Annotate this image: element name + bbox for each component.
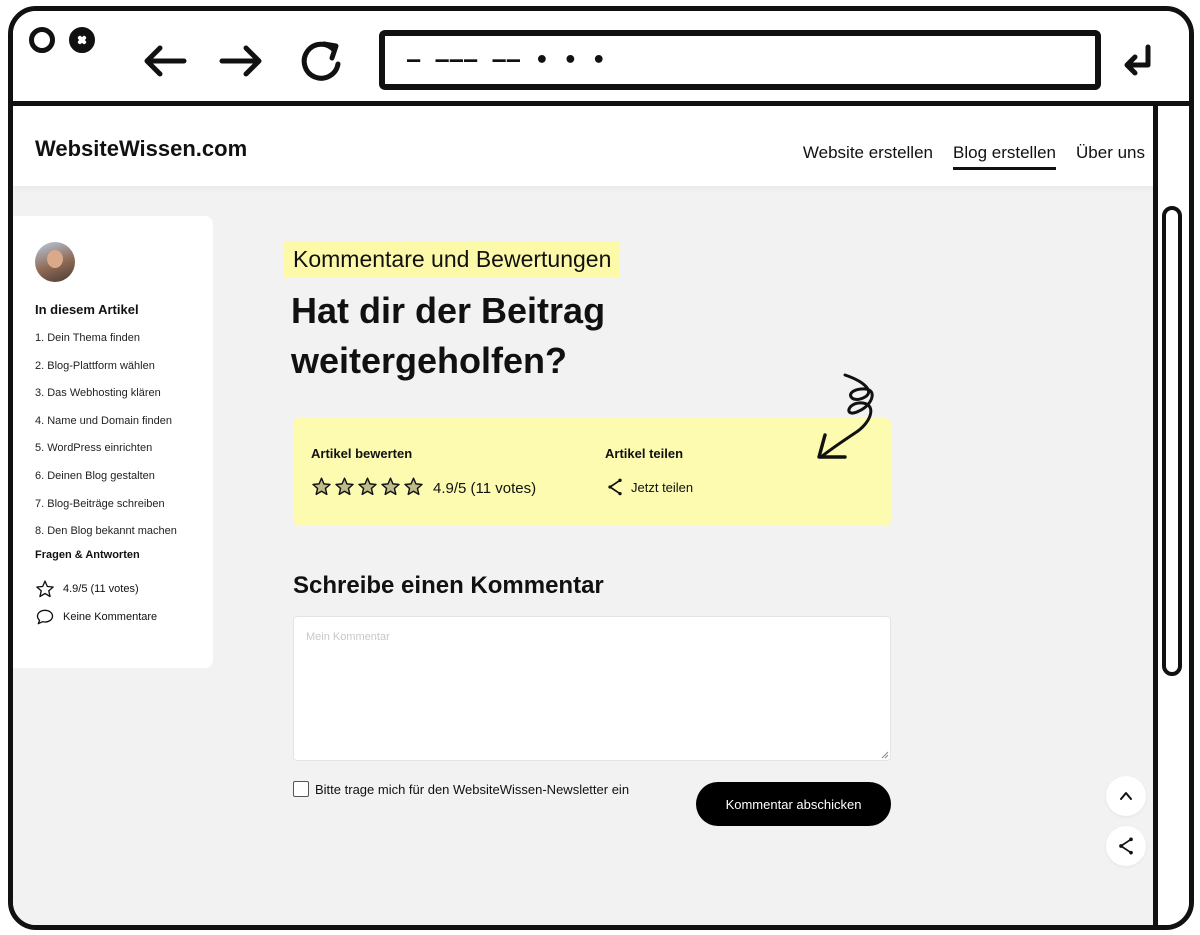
nav-website-erstellen[interactable]: Website erstellen (803, 143, 933, 170)
toc-item[interactable]: 5. WordPress einrichten (35, 441, 213, 469)
nav-blog-erstellen[interactable]: Blog erstellen (953, 143, 1057, 170)
toc-item[interactable]: 2. Blog-Plattform wählen (35, 359, 213, 387)
browser-window: — ——— —— • • • WebsiteWissen.com Website… (8, 6, 1194, 930)
browser-toolbar: — ——— —— • • • (13, 11, 1189, 106)
toc-title: In diesem Artikel (35, 302, 139, 317)
newsletter-checkbox[interactable] (293, 781, 309, 797)
site-logo[interactable]: WebsiteWissen.com (35, 136, 247, 162)
back-arrow-icon[interactable] (135, 33, 195, 89)
toc-list: 1. Dein Thema finden 2. Blog-Plattform w… (35, 331, 213, 552)
reload-icon[interactable] (291, 33, 351, 89)
scrollbar-thumb[interactable] (1162, 206, 1182, 676)
address-bar[interactable]: — ——— —— • • • (379, 30, 1101, 90)
scroll-top-button[interactable] (1106, 776, 1146, 816)
resize-grip-icon[interactable] (881, 751, 889, 759)
rating-share-box: Artikel bewerten 4.9/5 (11 votes) Artike… (293, 418, 891, 526)
speech-bubble-icon (36, 609, 54, 625)
sidebar-comments[interactable]: Keine Kommentare (35, 607, 213, 627)
toc-item[interactable]: 3. Das Webhosting klären (35, 386, 213, 414)
scrollbar[interactable] (1153, 106, 1189, 925)
share-now-link[interactable]: Jetzt teilen (605, 476, 693, 498)
enter-icon[interactable] (1118, 41, 1158, 81)
rating-star-icon[interactable] (357, 476, 378, 497)
newsletter-label: Bitte trage mich für den WebsiteWissen-N… (315, 781, 630, 797)
toc-item[interactable]: 8. Den Blog bekannt machen (35, 524, 213, 552)
toc-item[interactable]: 1. Dein Thema finden (35, 331, 213, 359)
share-icon (1119, 837, 1133, 855)
comment-section-title: Schreibe einen Kommentar (293, 572, 604, 599)
share-icon (608, 478, 622, 496)
url-text: — ——— —— • • • (407, 47, 607, 73)
window-x-icon[interactable] (69, 27, 95, 53)
site-header: WebsiteWissen.com Website erstellen Blog… (13, 106, 1163, 186)
chevron-up-icon (1120, 792, 1132, 800)
forward-arrow-icon[interactable] (211, 33, 271, 89)
page-viewport: WebsiteWissen.com Website erstellen Blog… (13, 106, 1163, 925)
sidebar-comments-text: Keine Kommentare (63, 610, 158, 623)
page-title: Hat dir der Beitrag weitergeholfen? (291, 290, 606, 381)
comment-textarea[interactable] (293, 616, 891, 761)
nav-ueber-uns[interactable]: Über uns (1076, 143, 1145, 170)
toc-item[interactable]: 4. Name und Domain finden (35, 414, 213, 442)
toc-item[interactable]: 7. Blog-Beiträge schreiben (35, 497, 213, 525)
toc-faq[interactable]: Fragen & Antworten (35, 549, 213, 561)
star-outline-icon (36, 580, 54, 597)
sidebar-rating[interactable]: 4.9/5 (11 votes) (35, 579, 213, 599)
sidebar-rating-text: 4.9/5 (11 votes) (63, 582, 139, 595)
share-label: Artikel teilen (605, 446, 684, 461)
submit-comment-button[interactable]: Kommentar abschicken (696, 782, 891, 826)
window-close-icon[interactable] (29, 27, 55, 53)
share-now-text: Jetzt teilen (631, 479, 694, 495)
rating-star-icon[interactable] (311, 476, 332, 497)
rating-stars[interactable] (311, 476, 424, 497)
floating-share-button[interactable] (1106, 826, 1146, 866)
rate-label: Artikel bewerten (311, 446, 413, 461)
table-of-contents: In diesem Artikel 1. Dein Thema finden 2… (13, 216, 213, 668)
rating-star-icon[interactable] (380, 476, 401, 497)
rating-star-icon[interactable] (403, 476, 424, 497)
toc-item[interactable]: 6. Deinen Blog gestalten (35, 469, 213, 497)
main-nav: Website erstellen Blog erstellen Über un… (803, 143, 1145, 170)
hand-drawn-arrow-icon (817, 373, 874, 459)
rating-star-icon[interactable] (334, 476, 355, 497)
newsletter-option[interactable]: Bitte trage mich für den WebsiteWissen-N… (293, 781, 629, 797)
author-avatar (35, 242, 75, 282)
rating-score: 4.9/5 (11 votes) (433, 480, 537, 497)
section-eyebrow: Kommentare und Bewertungen (284, 242, 621, 277)
